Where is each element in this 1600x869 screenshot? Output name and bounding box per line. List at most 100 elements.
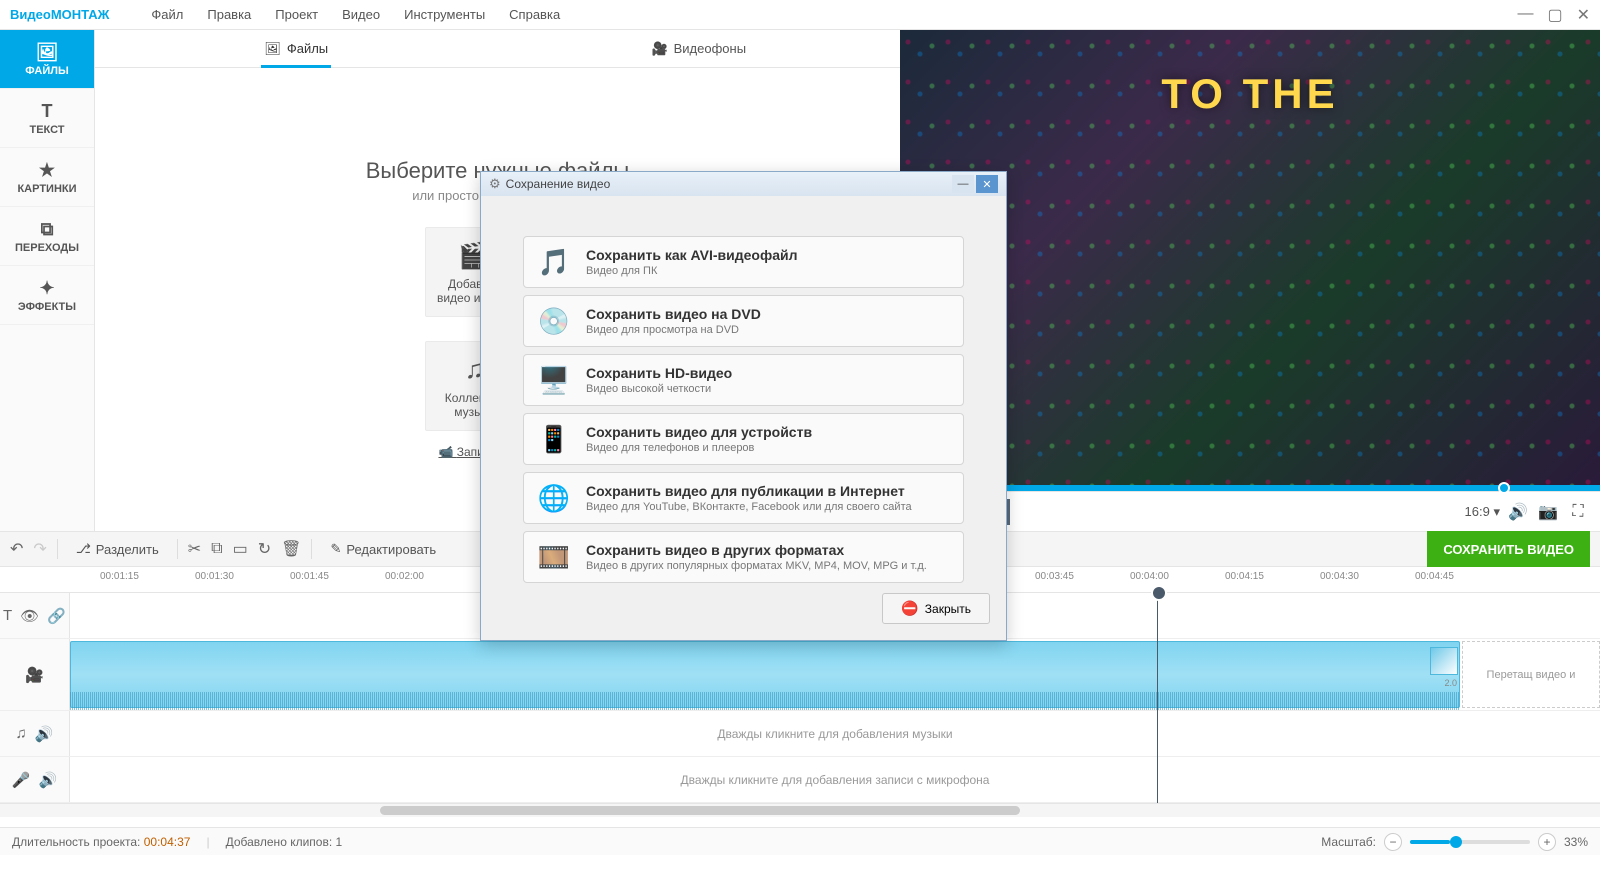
dialog-close-icon[interactable]: ✕ bbox=[976, 175, 998, 193]
image-icon: 🖼 bbox=[264, 41, 281, 57]
option-title: Сохранить видео на DVD bbox=[586, 306, 951, 322]
sidebar-item-files[interactable]: 🖼ФАЙЛЫ bbox=[0, 30, 94, 89]
text-icon: T bbox=[42, 101, 53, 122]
save-video-dialog: ⚙ Сохранение видео — ✕ 🎵Сохранить как AV… bbox=[480, 171, 1007, 641]
sidebar-item-text[interactable]: T ТЕКСТ bbox=[0, 89, 94, 148]
transition-marker[interactable]: 2.0 bbox=[1430, 647, 1458, 675]
track-hint: Дважды кликните для добавления музыки bbox=[70, 727, 1600, 741]
option-sub: Видео высокой четкости bbox=[586, 383, 951, 395]
save-option-5[interactable]: 🎞️Сохранить видео в других форматахВидео… bbox=[523, 531, 964, 583]
volume-icon[interactable]: 🔊 bbox=[1506, 500, 1530, 524]
progress-handle[interactable] bbox=[1498, 482, 1510, 494]
dialog-titlebar[interactable]: ⚙ Сохранение видео — ✕ bbox=[481, 172, 1006, 196]
playhead[interactable] bbox=[1157, 593, 1158, 803]
ruler-tick: 00:04:15 bbox=[1225, 571, 1264, 582]
sidebar-item-images[interactable]: ★ КАРТИНКИ bbox=[0, 148, 94, 207]
timeline-scrollbar[interactable] bbox=[0, 803, 1600, 817]
sidebar-label: КАРТИНКИ bbox=[17, 183, 76, 195]
dialog-window-controls: — ✕ bbox=[952, 175, 998, 193]
menu-project[interactable]: Проект bbox=[263, 7, 330, 22]
save-option-1[interactable]: 💿Сохранить видео на DVDВидео для просмот… bbox=[523, 295, 964, 347]
mic-icon: 🎤 bbox=[12, 771, 31, 789]
btn-label: Редактировать bbox=[346, 542, 436, 557]
option-icon: 🖥️ bbox=[536, 362, 572, 398]
menubar: ВидеоМОНТАЖ Файл Правка Проект Видео Инс… bbox=[0, 0, 1600, 30]
layers-icon: ⧉ bbox=[41, 219, 54, 240]
tab-label: Видеофоны bbox=[674, 41, 746, 56]
mic-track-body[interactable]: Дважды кликните для добавления записи с … bbox=[70, 757, 1600, 802]
tab-files[interactable]: 🖼Файлы bbox=[95, 30, 498, 67]
eye-icon[interactable]: 👁 bbox=[20, 607, 39, 625]
duration-value: 00:04:37 bbox=[144, 835, 191, 849]
maximize-icon[interactable]: ▢ bbox=[1547, 5, 1562, 25]
image-icon: 🖼 bbox=[36, 42, 59, 63]
link-icon[interactable]: 🔗 bbox=[47, 607, 66, 625]
music-icon: ♫ bbox=[16, 725, 27, 742]
option-icon: 🎵 bbox=[536, 244, 572, 280]
frame-icon[interactable]: ▭ bbox=[233, 539, 248, 559]
undo-icon[interactable]: ↶ bbox=[10, 539, 23, 559]
aspect-label: 16:9 bbox=[1465, 504, 1490, 519]
text-track-head: T 👁 🔗 bbox=[0, 593, 70, 638]
menu-video[interactable]: Видео bbox=[330, 7, 392, 22]
redo-icon[interactable]: ↷ bbox=[33, 539, 46, 559]
zoom-thumb[interactable] bbox=[1450, 836, 1462, 848]
sidebar-label: ПЕРЕХОДЫ bbox=[15, 242, 79, 254]
option-sub: Видео для ПК bbox=[586, 265, 951, 277]
video-track-body[interactable]: 2.0 Перетащ видео и bbox=[70, 639, 1600, 710]
volume-icon[interactable]: 🔊 bbox=[39, 771, 58, 789]
video-overlay-text: TO THE bbox=[1161, 70, 1338, 118]
sidebar-label: ЭФФЕКТЫ bbox=[18, 301, 76, 313]
star-icon: ★ bbox=[39, 160, 55, 181]
volume-icon[interactable]: 🔊 bbox=[35, 725, 54, 743]
save-option-2[interactable]: 🖥️ Сохранить HD-видео Видео высокой четкос… bbox=[523, 354, 964, 406]
video-icon: 🎥 bbox=[651, 41, 667, 57]
music-track-head: ♫🔊 bbox=[0, 711, 70, 756]
option-title: Сохранить видео в других форматах bbox=[586, 542, 951, 558]
clips-value: 1 bbox=[336, 835, 343, 849]
scrollbar-thumb[interactable] bbox=[380, 806, 1020, 815]
zoom-out-button[interactable]: − bbox=[1384, 833, 1402, 851]
close-icon[interactable]: ✕ bbox=[1577, 5, 1590, 25]
sidebar-item-effects[interactable]: ✦ ЭФФЕКТЫ bbox=[0, 266, 94, 325]
zoom-value: 33% bbox=[1564, 835, 1588, 849]
menu-file[interactable]: Файл bbox=[139, 7, 195, 22]
logo-text: Видео bbox=[10, 7, 51, 22]
dialog-minimize-icon[interactable]: — bbox=[952, 175, 974, 193]
gear-icon: ⚙ bbox=[489, 176, 501, 192]
delete-icon[interactable]: 🗑 bbox=[281, 539, 301, 559]
video-drop-hint[interactable]: Перетащ видео и bbox=[1462, 641, 1600, 708]
sparkle-icon: ✦ bbox=[39, 278, 54, 299]
sidebar-label: ТЕКСТ bbox=[29, 124, 64, 136]
tab-backgrounds[interactable]: 🎥 Видеофоны bbox=[498, 30, 901, 67]
close-button[interactable]: ⛔Закрыть bbox=[882, 593, 990, 624]
save-option-0[interactable]: 🎵Сохранить как AVI-видеофайлВидео для ПК bbox=[523, 236, 964, 288]
option-sub: Видео для телефонов и плееров bbox=[586, 442, 951, 454]
zoom-label: Масштаб: bbox=[1321, 835, 1376, 849]
aspect-ratio[interactable]: 16:9 ▾ bbox=[1465, 504, 1500, 520]
fullscreen-icon[interactable]: ⛶ bbox=[1566, 500, 1590, 524]
track-hint: Дважды кликните для добавления записи с … bbox=[70, 773, 1600, 787]
save-option-3[interactable]: 📱Сохранить видео для устройствВидео для … bbox=[523, 413, 964, 465]
option-title: Сохранить HD-видео bbox=[586, 365, 951, 381]
music-track-body[interactable]: Дважды кликните для добавления музыки bbox=[70, 711, 1600, 756]
video-track: 🎥 2.0 Перетащ видео и bbox=[0, 639, 1600, 711]
minimize-icon[interactable]: — bbox=[1517, 5, 1533, 25]
crop-icon[interactable]: ⧉ bbox=[211, 540, 222, 558]
snapshot-icon[interactable]: 📷 bbox=[1536, 500, 1560, 524]
edit-button[interactable]: ✎Редактировать bbox=[322, 537, 444, 561]
save-option-4[interactable]: 🌐Сохранить видео для публикации в Интерн… bbox=[523, 472, 964, 524]
zoom-slider[interactable] bbox=[1410, 840, 1530, 844]
menu-tools[interactable]: Инструменты bbox=[392, 7, 497, 22]
cut-icon[interactable]: ✂ bbox=[188, 539, 201, 559]
ruler-tick: 00:04:45 bbox=[1415, 571, 1454, 582]
zoom-in-button[interactable]: + bbox=[1538, 833, 1556, 851]
rotate-icon[interactable]: ↻ bbox=[258, 539, 271, 559]
sidebar-item-transitions[interactable]: ⧉ ПЕРЕХОДЫ bbox=[0, 207, 94, 266]
save-video-button[interactable]: СОХРАНИТЬ ВИДЕО bbox=[1427, 531, 1590, 567]
text-icon: T bbox=[3, 607, 12, 624]
menu-edit[interactable]: Правка bbox=[195, 7, 263, 22]
menu-help[interactable]: Справка bbox=[497, 7, 572, 22]
ruler-tick: 00:04:00 bbox=[1130, 571, 1169, 582]
split-button[interactable]: ⎇Разделить bbox=[68, 537, 167, 561]
